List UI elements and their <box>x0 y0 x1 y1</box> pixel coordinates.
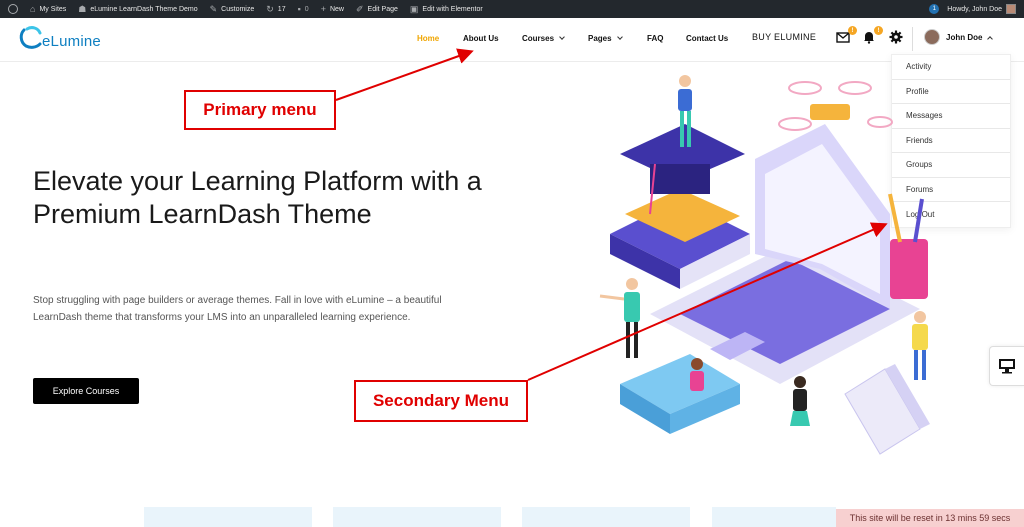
chevron-down-icon <box>559 34 565 40</box>
drone-body <box>810 104 850 120</box>
buy-elumine-link[interactable]: BUY ELUMINE <box>752 32 816 42</box>
wordpress-icon <box>8 4 18 14</box>
drone-rotor <box>788 81 822 95</box>
nav-faq[interactable]: FAQ <box>647 34 663 43</box>
notifications-button[interactable]: ! <box>862 26 883 46</box>
feature-card <box>522 507 690 527</box>
gear-icon <box>889 30 903 44</box>
callout-primary-menu: Primary menu <box>184 90 336 130</box>
person-top-body <box>678 89 692 111</box>
customize-link[interactable]: ✎ Customize <box>204 0 261 18</box>
pencil-icon: ✐ <box>355 3 364 14</box>
site-header: eLumine Home About Us Courses Pages FAQ … <box>0 18 1024 62</box>
messages-button[interactable]: ! <box>836 26 857 46</box>
person-sitting-body <box>690 371 704 391</box>
hero-title: Elevate your Learning Platform with a Pr… <box>33 166 482 229</box>
site-logo[interactable]: eLumine <box>18 26 101 50</box>
nav-contact[interactable]: Contact Us <box>686 34 728 43</box>
person-girl-head <box>794 376 806 388</box>
hero-subtitle: Stop struggling with page builders or av… <box>33 295 442 323</box>
person-left-body <box>624 292 640 322</box>
nav-home[interactable]: Home <box>417 34 439 43</box>
person-sitting-head <box>691 358 703 370</box>
reset-notice: This site will be reset in 13 mins 59 se… <box>836 509 1024 527</box>
explore-courses-button[interactable]: Explore Courses <box>33 378 139 404</box>
nav-about[interactable]: About Us <box>463 34 499 43</box>
person-girl-body <box>793 389 807 411</box>
my-sites-link[interactable]: ⌂ My Sites <box>24 0 72 18</box>
updates-icon: ↻ <box>266 3 274 14</box>
grad-cap-base <box>650 164 710 194</box>
chevron-down-icon <box>616 34 623 40</box>
edit-page-link[interactable]: ✐ Edit Page <box>350 0 404 18</box>
pencil <box>913 198 924 243</box>
callout-secondary-menu: Secondary Menu <box>354 380 528 422</box>
person-top-leg <box>687 111 691 147</box>
updates-link[interactable]: ↻ 17 <box>260 0 291 18</box>
logo-text: eLumine <box>42 32 101 50</box>
comments-link[interactable]: ▪ 0 <box>292 0 315 18</box>
drone-rotor <box>867 116 893 128</box>
pencil <box>888 193 902 243</box>
settings-button[interactable] <box>889 30 905 46</box>
person-left-leg <box>634 322 638 358</box>
person-right-body <box>912 324 928 350</box>
user-avatar <box>924 29 940 45</box>
person-right-leg <box>922 350 926 380</box>
edit-elementor-link[interactable]: ▣ Edit with Elementor <box>404 0 489 18</box>
howdy-link[interactable]: Howdy, John Doe <box>947 6 1002 13</box>
chevron-up-icon <box>987 35 994 42</box>
wp-admin-bar: ⌂ My Sites ☗ eLumine LearnDash Theme Demo … <box>0 0 1024 18</box>
person-right-leg <box>914 350 918 380</box>
feature-card <box>144 507 312 527</box>
brush-icon: ✎ <box>209 3 218 14</box>
pencil-cup <box>890 239 928 299</box>
notification-badge[interactable]: 1 <box>929 4 940 14</box>
header-divider <box>912 27 913 51</box>
nav-pages[interactable]: Pages <box>588 34 623 43</box>
notifications-badge: ! <box>874 26 883 35</box>
hero-illustration <box>599 75 930 455</box>
drone-rotor <box>838 81 872 95</box>
admin-avatar[interactable] <box>1006 4 1016 14</box>
new-content-link[interactable]: + New <box>315 0 350 18</box>
logo-swirl-icon <box>19 26 42 49</box>
person-top-head <box>679 75 691 87</box>
sites-icon: ⌂ <box>30 4 36 14</box>
side-widget-button[interactable] <box>989 346 1024 386</box>
wordpress-logo[interactable] <box>0 0 24 18</box>
person-left-head <box>626 278 638 290</box>
person-left-arm <box>599 294 625 301</box>
calendar <box>844 368 921 455</box>
feature-card <box>333 507 501 527</box>
person-right-head <box>914 311 926 323</box>
plus-icon: + <box>320 4 326 14</box>
person-girl-skirt <box>790 411 810 426</box>
drone-rotor <box>778 117 812 131</box>
person-top-leg <box>680 111 684 147</box>
dashboard-icon: ☗ <box>78 3 87 14</box>
user-menu-toggle[interactable]: John Doe <box>924 29 994 45</box>
feature-card <box>712 507 836 527</box>
elementor-icon: ▣ <box>409 3 419 14</box>
nav-courses[interactable]: Courses <box>522 34 565 43</box>
messages-badge: ! <box>848 26 857 35</box>
person-left-leg <box>626 322 630 358</box>
site-name-link[interactable]: ☗ eLumine LearnDash Theme Demo <box>72 0 203 18</box>
comment-icon: ▪ <box>297 4 301 14</box>
monitor-icon <box>999 359 1015 374</box>
